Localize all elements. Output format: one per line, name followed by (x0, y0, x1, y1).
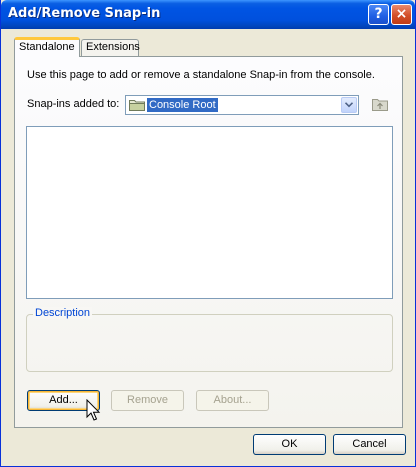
about-button[interactable]: About... (196, 390, 269, 411)
tab-extensions[interactable]: Extensions (81, 39, 140, 56)
chevron-down-icon (345, 102, 353, 108)
window-title: Add/Remove Snap-in (8, 6, 161, 21)
combobox-dropdown-button[interactable] (341, 97, 357, 113)
title-bar[interactable]: Add/Remove Snap-in ? × (1, 0, 415, 29)
snapins-list[interactable] (26, 126, 393, 299)
description-groupbox (26, 314, 393, 372)
ok-button[interactable]: OK (253, 434, 326, 455)
snapins-added-to-combobox[interactable]: Console Root (125, 95, 359, 115)
mouse-cursor-icon (86, 399, 101, 421)
standalone-tab-panel: Use this page to add or remove a standal… (14, 56, 403, 428)
folder-up-icon[interactable] (371, 96, 389, 112)
description-group-label: Description (33, 307, 93, 319)
cancel-button[interactable]: Cancel (333, 434, 406, 455)
help-button[interactable]: ? (368, 4, 389, 25)
folder-icon (129, 100, 145, 111)
close-button[interactable]: × (391, 4, 412, 25)
add-remove-snapin-dialog: Add/Remove Snap-in ? × Standalone Extens… (0, 0, 416, 467)
tab-standalone[interactable]: Standalone (14, 37, 80, 57)
combobox-selected-value: Console Root (147, 98, 218, 112)
remove-button[interactable]: Remove (111, 390, 184, 411)
snapins-added-to-label: Snap-ins added to: (27, 98, 120, 110)
page-description: Use this page to add or remove a standal… (27, 69, 375, 81)
